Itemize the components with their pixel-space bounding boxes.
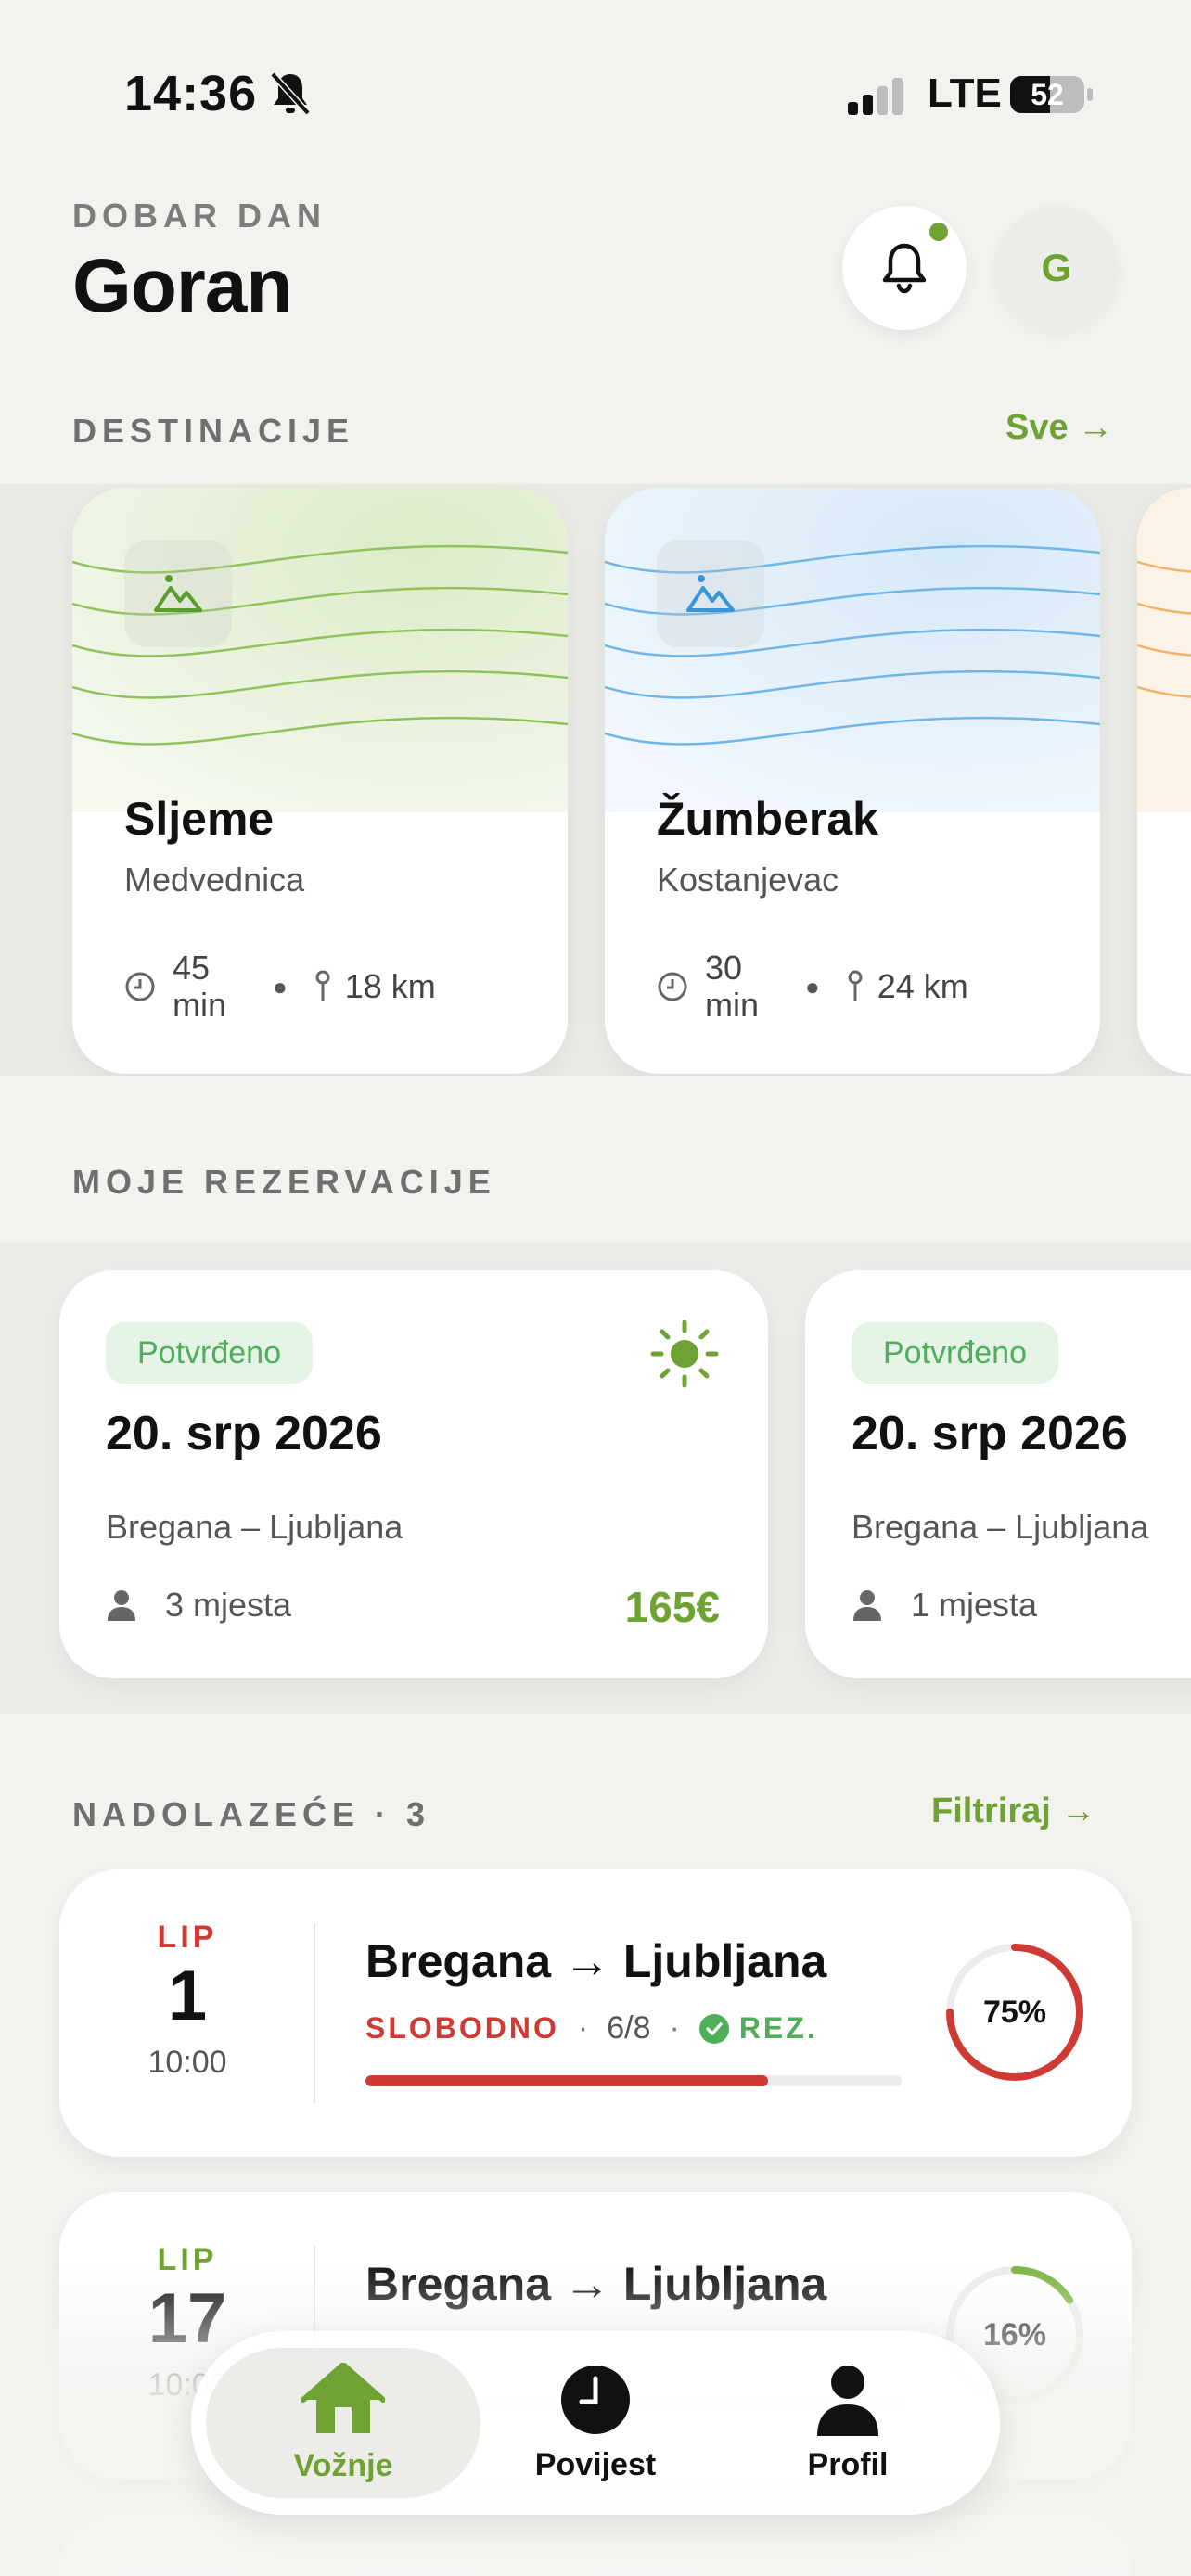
destination-duration: 45 min — [173, 949, 227, 1024]
destination-region: Medvednica — [124, 861, 305, 899]
destination-card[interactable]: Žumberak Kostanjevac 30 min ● 24 km — [605, 488, 1100, 1074]
ride-route: Bregana → Ljubljana — [365, 1935, 827, 1987]
clock-icon — [125, 972, 155, 1001]
destinations-title: DESTINACIJE — [72, 412, 355, 450]
upcoming-title: NADOLAZEĆE · 3 — [72, 1795, 431, 1833]
destination-meta: 30 min ● 24 km — [657, 950, 968, 1024]
separator-dot: ● — [805, 972, 820, 1001]
home-icon — [301, 2362, 385, 2433]
bottom-nav: Vožnje Povijest Profil — [191, 2331, 1000, 2515]
mountain-icon — [154, 575, 202, 612]
mountain-icon-box — [124, 540, 232, 647]
signal-icon — [848, 78, 903, 115]
nav-item-history[interactable]: Povijest — [458, 2348, 733, 2498]
reservations-carousel[interactable]: Potvrđeno 20. srp 2026 Bregana – Ljublja… — [0, 1243, 1191, 1714]
reservation-date: 20. srp 2026 — [106, 1407, 382, 1460]
notifications-button[interactable] — [842, 206, 967, 330]
reservation-date: 20. srp 2026 — [852, 1407, 1128, 1460]
network-label: LTE — [928, 70, 1002, 116]
mountain-icon-box — [657, 540, 764, 647]
destinations-all-link[interactable]: Sve → — [1005, 408, 1113, 448]
status-time: 14:36 — [124, 66, 258, 121]
availability-label: SLOBODNO — [365, 2011, 559, 2045]
nav-label: Povijest — [534, 2446, 657, 2482]
divider — [314, 1923, 315, 2103]
destination-duration: 30 min — [705, 949, 760, 1024]
person-icon — [817, 2365, 878, 2436]
ride-progress-bar — [365, 2075, 902, 2086]
destination-distance: 24 km — [877, 967, 968, 1005]
bell-muted-icon — [270, 71, 311, 116]
reservation-route: Bregana – Ljubljana — [106, 1508, 403, 1546]
destination-meta: 45 min ● 18 km — [124, 950, 436, 1024]
ride-card[interactable]: LIP 1 10:00 Bregana → Ljubljana SLOBODNO… — [59, 1869, 1132, 2157]
avatar[interactable]: G — [994, 206, 1119, 330]
filter-link[interactable]: Filtriraj → — [931, 1792, 1095, 1831]
reservation-card[interactable]: Potvrđeno 20. srp 2026 Bregana – Ljublja… — [59, 1270, 768, 1678]
user-name: Goran — [72, 244, 292, 328]
clock-icon — [561, 2365, 630, 2434]
ride-time: 10:00 — [147, 2045, 227, 2080]
destinations-carousel[interactable]: Sljeme Medvednica 45 min ● 18 km Žumbera… — [0, 484, 1191, 1076]
destination-hero-waves — [605, 488, 1100, 812]
separator-dot: · — [669, 2010, 680, 2046]
destination-card[interactable]: Sljeme Medvednica 45 min ● 18 km — [72, 488, 568, 1074]
ride-month: LIP — [157, 1919, 218, 1955]
battery-level: 52 — [1031, 78, 1064, 111]
occupancy-percent: 75% — [982, 1994, 1047, 2030]
ride-route: Bregana → Ljubljana — [365, 2258, 827, 2310]
reservation-seats: 3 mjesta — [106, 1586, 291, 1625]
destination-hero-waves — [72, 488, 568, 812]
nav-item-profile[interactable]: Profil — [711, 2348, 985, 2498]
mountain-icon — [686, 575, 735, 612]
seat-count: 6/8 — [607, 2010, 651, 2046]
greeting-label: DOBAR DAN — [72, 197, 327, 235]
nav-label: Vožnje — [293, 2447, 393, 2483]
pin-icon — [848, 970, 863, 1001]
reservation-card[interactable]: Potvrđeno 20. srp 2026 Bregana – Ljublja… — [805, 1270, 1191, 1678]
separator-dot: · — [577, 2010, 589, 2046]
destination-distance: 18 km — [344, 967, 436, 1005]
reservation-price: 165€ — [624, 1583, 720, 1631]
status-badge: Potvrđeno — [852, 1322, 1058, 1384]
destination-name: Sljeme — [124, 793, 275, 845]
reservation-route: Bregana – Ljubljana — [852, 1508, 1149, 1546]
destination-hero-waves — [1137, 488, 1191, 812]
notification-dot — [929, 223, 948, 241]
ride-month: LIP — [157, 2242, 218, 2277]
person-icon — [108, 1590, 135, 1621]
reservations-title: MOJE REZERVACIJE — [72, 1163, 496, 1201]
destination-region: Kostanjevac — [657, 861, 839, 899]
seats-label: 1 mjesta — [911, 1586, 1038, 1624]
status-badge: Potvrđeno — [106, 1322, 313, 1384]
separator-dot: ● — [273, 972, 288, 1001]
nav-item-rides[interactable]: Vožnje — [206, 2348, 480, 2498]
battery-icon: 52 — [1009, 74, 1095, 115]
ride-day: 1 — [167, 1957, 208, 2035]
clock-icon — [658, 972, 687, 1001]
nav-label: Profil — [807, 2446, 889, 2482]
person-icon — [853, 1590, 881, 1621]
ride-info: SLOBODNO · 6/8 · REZ. — [365, 2010, 818, 2047]
ride-card-peek[interactable] — [59, 2515, 1132, 2576]
ride-progress-fill — [365, 2075, 768, 2086]
seats-label: 3 mjesta — [165, 1586, 292, 1624]
reservation-seats: 1 mjesta — [852, 1586, 1037, 1625]
pin-icon — [315, 970, 330, 1001]
destination-card-peek[interactable] — [1137, 488, 1191, 1074]
sun-icon — [650, 1320, 719, 1388]
ride-date: LIP 1 10:00 — [59, 1919, 315, 2081]
destination-name: Žumberak — [657, 793, 878, 845]
reserved-label: REZ. — [738, 2011, 818, 2045]
bell-icon — [882, 243, 927, 294]
check-circle-icon — [698, 2013, 729, 2044]
